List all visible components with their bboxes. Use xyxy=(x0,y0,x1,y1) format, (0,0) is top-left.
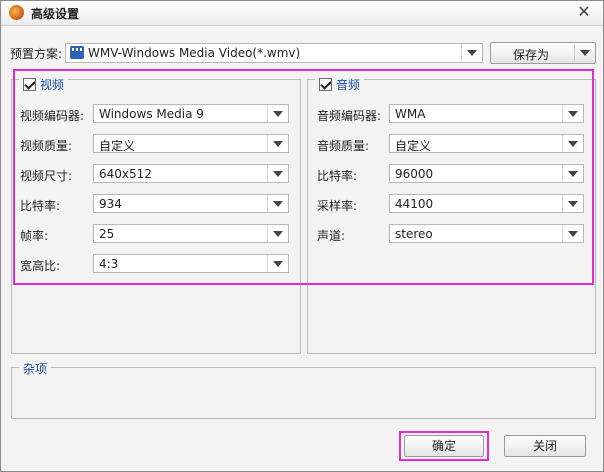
save-as-label: 保存为 xyxy=(513,48,550,62)
preset-label: 预置方案: xyxy=(10,47,63,61)
misc-panel xyxy=(11,367,596,419)
title-bar: 高级设置 ✕ xyxy=(1,1,603,26)
chevron-down-icon[interactable] xyxy=(574,45,595,61)
app-logo-icon xyxy=(9,5,24,20)
close-button[interactable]: 关闭 xyxy=(504,435,586,457)
preset-value: WMV-Windows Media Video(*.wmv) xyxy=(88,46,301,60)
chevron-down-icon[interactable] xyxy=(461,44,482,61)
misc-section-header: 杂项 xyxy=(19,360,52,376)
misc-section-label: 杂项 xyxy=(23,361,48,376)
close-icon[interactable]: ✕ xyxy=(575,3,593,21)
advanced-settings-dialog: 高级设置 ✕ 预置方案: WMV-Windows Media Video(*.w… xyxy=(0,0,604,472)
dialog-title: 高级设置 xyxy=(31,7,80,21)
video-file-icon xyxy=(70,46,84,59)
save-as-button[interactable]: 保存为 xyxy=(490,42,596,64)
ok-button-highlight xyxy=(399,431,489,461)
settings-highlight-box xyxy=(13,69,594,285)
preset-select[interactable]: WMV-Windows Media Video(*.wmv) xyxy=(65,43,483,63)
